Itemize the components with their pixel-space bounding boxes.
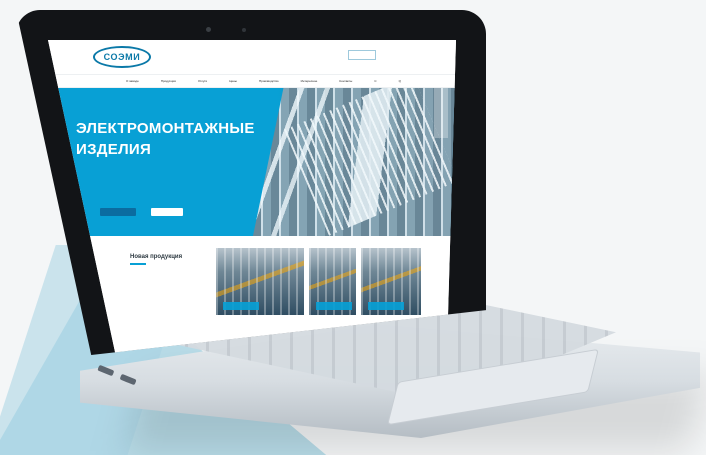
nav-item-services[interactable]: Услуги [198, 79, 207, 83]
nav-item-products[interactable]: Продукция [161, 79, 176, 83]
tile-badge [316, 302, 352, 310]
hero-title-line-2: ИЗДЕЛИЯ [76, 141, 152, 158]
nav-item-prices[interactable]: Цены [229, 79, 237, 83]
hero-banner: ЭЛЕКТРОМОНТАЖНЫЕ ИЗДЕЛИЯ [48, 88, 456, 236]
site-header: СОЭМИ [48, 40, 456, 74]
hero-primary-button[interactable] [100, 208, 136, 216]
camera-icon [206, 27, 211, 32]
laptop-screen: СОЭМИ О заводе Продукция Услуги Цены Про… [48, 40, 456, 355]
nav-item-language[interactable]: С [374, 79, 376, 83]
hero-title-line-1: ЭЛЕКТРОМОНТАЖНЫЕ [76, 120, 255, 137]
hero-photo [253, 88, 456, 236]
main-navigation: О заводе Продукция Услуги Цены Производс… [48, 74, 456, 88]
tile-badge [223, 302, 259, 310]
scene: СОЭМИ О заводе Продукция Услуги Цены Про… [0, 0, 706, 455]
logo-text: СОЭМИ [103, 52, 141, 62]
search-icon[interactable]: Q [399, 79, 401, 83]
section-underline [130, 263, 146, 265]
product-tile[interactable] [361, 248, 421, 315]
nav-item-interesting[interactable]: Интересное [301, 79, 318, 83]
product-tile[interactable] [309, 248, 356, 315]
product-tile[interactable] [216, 248, 304, 315]
hero-secondary-button[interactable] [151, 208, 183, 216]
section-title: Новая продукция [130, 254, 183, 260]
nav-item-contacts[interactable]: Контакты [339, 79, 352, 83]
website: СОЭМИ О заводе Продукция Услуги Цены Про… [48, 40, 456, 355]
laptop-lid: СОЭМИ О заводе Продукция Услуги Цены Про… [16, 10, 486, 355]
nav-item-about[interactable]: О заводе [126, 79, 139, 83]
nav-item-production[interactable]: Производство [259, 79, 279, 83]
product-tiles [216, 248, 421, 315]
sensor-icon [242, 28, 246, 32]
site-logo[interactable]: СОЭМИ [93, 46, 151, 68]
hero-side-panel [434, 88, 448, 138]
hero-title: ЭЛЕКТРОМОНТАЖНЫЕ ИЗДЕЛИЯ [76, 118, 262, 160]
tile-badge [368, 302, 404, 310]
header-button[interactable] [348, 50, 376, 60]
